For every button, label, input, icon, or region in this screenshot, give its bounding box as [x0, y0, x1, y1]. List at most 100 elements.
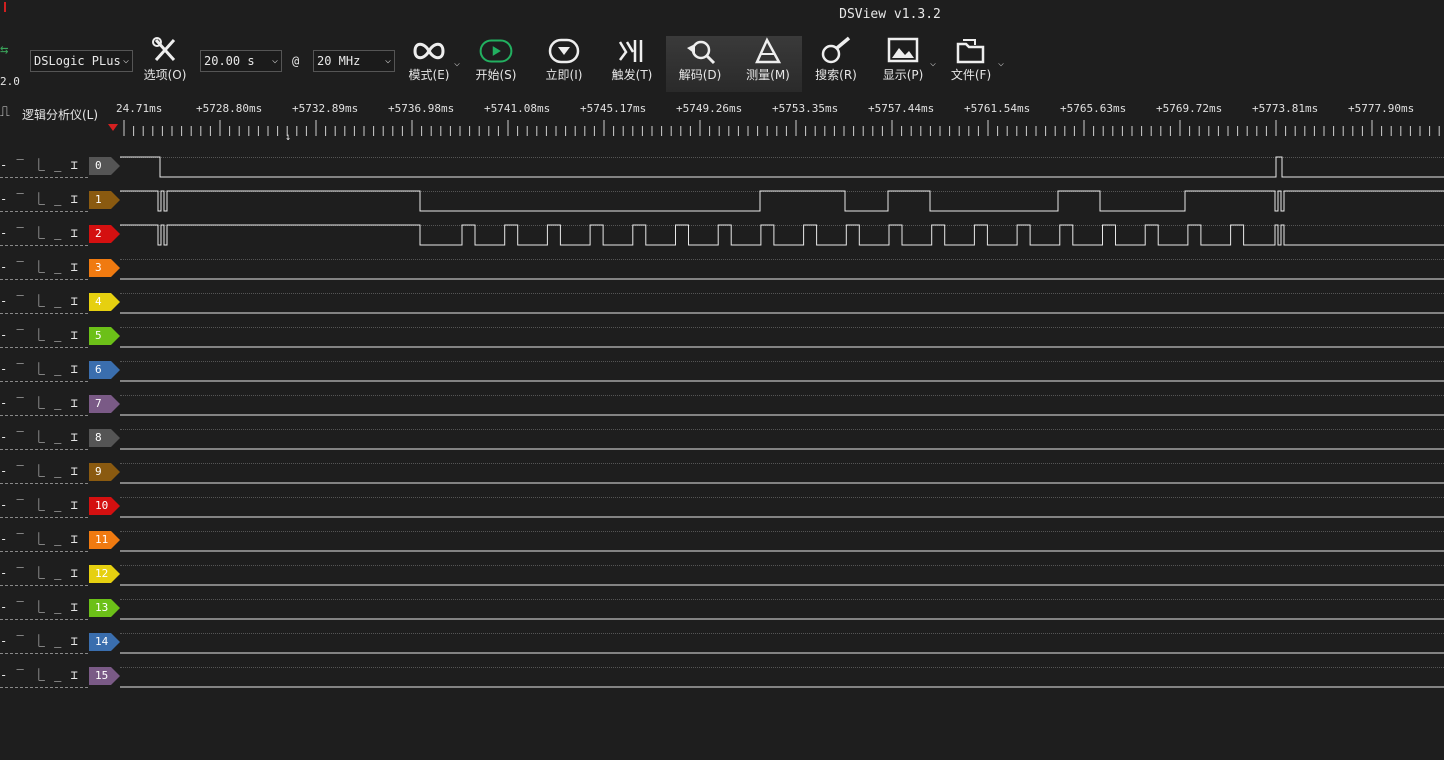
channel-row: ‐ ‾ ⎿ _ ⌶ 1 — [0, 184, 1444, 218]
channel-row: ‐ ‾ ⎿ _ ⌶ 9 — [0, 456, 1444, 490]
chevron-down-icon[interactable]: ⌵ — [454, 58, 460, 69]
display-icon — [887, 37, 919, 63]
channel-waveform[interactable] — [120, 558, 1444, 592]
channel-divider — [0, 517, 88, 518]
channel-waveform[interactable] — [120, 456, 1444, 490]
search-button[interactable]: 搜索(R) — [810, 36, 862, 92]
channel-divider — [0, 381, 88, 382]
trigger-type-icons[interactable]: ‐ ‾ ⎿ _ ⌶ — [0, 224, 79, 241]
channel-tag[interactable]: 11 — [89, 531, 120, 549]
trigger-type-icons[interactable]: ‐ ‾ ⎿ _ ⌶ — [0, 598, 79, 615]
trigger-type-icons[interactable]: ‐ ‾ ⎿ _ ⌶ — [0, 564, 79, 581]
channel-waveform[interactable] — [120, 626, 1444, 660]
channel-divider — [0, 347, 88, 348]
channel-tag[interactable]: 1 — [89, 191, 120, 209]
channel-tag[interactable]: 14 — [89, 633, 120, 651]
channel-waveform[interactable] — [120, 490, 1444, 524]
trigger-position-icon: ↓ — [285, 132, 292, 143]
decode-icon — [687, 40, 716, 65]
trigger-type-icons[interactable]: ‐ ‾ ⎿ _ ⌶ — [0, 292, 79, 309]
trigger-button[interactable]: 触发(T) — [606, 36, 658, 92]
channel-divider — [0, 279, 88, 280]
trigger-type-icons[interactable]: ‐ ‾ ⎿ _ ⌶ — [0, 394, 79, 411]
channel-divider — [0, 585, 88, 586]
channel-row: ‐ ‾ ⎿ _ ⌶ 10 — [0, 490, 1444, 524]
channel-waveform[interactable] — [120, 252, 1444, 286]
trigger-type-icons[interactable]: ‐ ‾ ⎿ _ ⌶ — [0, 326, 79, 343]
channel-waveform[interactable] — [120, 218, 1444, 252]
trigger-type-icons[interactable]: ‐ ‾ ⎿ _ ⌶ — [0, 666, 79, 683]
chevron-down-icon: ⌵ — [271, 55, 278, 66]
trigger-type-icons[interactable]: ‐ ‾ ⎿ _ ⌶ — [0, 428, 79, 445]
pulse-icon: ⎍ — [0, 104, 10, 120]
duration-select[interactable]: 20.00 s ⌵ — [200, 50, 282, 72]
channel-waveform[interactable] — [120, 184, 1444, 218]
channel-row: ‐ ‾ ⎿ _ ⌶ 2 — [0, 218, 1444, 252]
channel-tag[interactable]: 0 — [89, 157, 120, 175]
channel-waveform[interactable] — [120, 524, 1444, 558]
chevron-down-icon[interactable]: ⌵ — [930, 58, 936, 69]
channel-tag[interactable]: 6 — [89, 361, 120, 379]
channel-row: ‐ ‾ ⎿ _ ⌶ 6 — [0, 354, 1444, 388]
trigger-type-icons[interactable]: ‐ ‾ ⎿ _ ⌶ — [0, 258, 79, 275]
channel-divider — [0, 177, 88, 178]
samplerate-select[interactable]: 20 MHz ⌵ — [313, 50, 395, 72]
analyzer-label: 逻辑分析仪(L) — [22, 108, 99, 122]
mode-button[interactable]: 模式(E) — [402, 36, 456, 92]
channel-waveform[interactable] — [120, 660, 1444, 694]
device-select[interactable]: DSLogic PLus ⌵ — [30, 50, 133, 72]
infinity-icon — [413, 42, 445, 60]
cursor-marker[interactable] — [108, 124, 118, 131]
trigger-type-icons[interactable]: ‐ ‾ ⎿ _ ⌶ — [0, 462, 79, 479]
channel-row: ‐ ‾ ⎿ _ ⌶ 11 — [0, 524, 1444, 558]
channel-row: ‐ ‾ ⎿ _ ⌶ 13 — [0, 592, 1444, 626]
at-label: @ — [292, 54, 300, 68]
measure-button[interactable]: 测量(M) — [734, 36, 802, 92]
channel-divider — [0, 449, 88, 450]
trigger-type-icons[interactable]: ‐ ‾ ⎿ _ ⌶ — [0, 156, 79, 173]
channel-waveform[interactable] — [120, 150, 1444, 184]
channel-tag[interactable]: 10 — [89, 497, 120, 515]
trigger-type-icons[interactable]: ‐ ‾ ⎿ _ ⌶ — [0, 496, 79, 513]
instant-button[interactable]: 立即(I) — [538, 36, 590, 92]
options-button[interactable]: 选项(O) — [140, 36, 190, 92]
usb-icon: ⇆ — [0, 42, 9, 58]
trigger-type-icons[interactable]: ‐ ‾ ⎿ _ ⌶ — [0, 632, 79, 649]
channel-tag[interactable]: 7 — [89, 395, 120, 413]
channel-tag[interactable]: 9 — [89, 463, 120, 481]
channel-waveform[interactable] — [120, 388, 1444, 422]
instant-icon — [548, 38, 580, 64]
channel-waveform[interactable] — [120, 592, 1444, 626]
trigger-type-icons[interactable]: ‐ ‾ ⎿ _ ⌶ — [0, 190, 79, 207]
play-icon — [479, 39, 513, 63]
ruler-ticks — [123, 120, 1440, 136]
trigger-type-icons[interactable]: ‐ ‾ ⎿ _ ⌶ — [0, 530, 79, 547]
tools-icon — [152, 37, 176, 62]
channel-tag[interactable]: 13 — [89, 599, 120, 617]
file-button[interactable]: 文件(F) — [944, 36, 998, 92]
folder-icon — [956, 39, 985, 64]
channel-row: ‐ ‾ ⎿ _ ⌶ 15 — [0, 660, 1444, 694]
channel-tag[interactable]: 12 — [89, 565, 120, 583]
channel-row: ‐ ‾ ⎿ _ ⌶ 4 — [0, 286, 1444, 320]
trigger-type-icons[interactable]: ‐ ‾ ⎿ _ ⌶ — [0, 360, 79, 377]
channel-tag[interactable]: 4 — [89, 293, 120, 311]
start-button[interactable]: 开始(S) — [470, 36, 522, 92]
chevron-down-icon[interactable]: ⌵ — [998, 58, 1004, 69]
channel-tag[interactable]: 3 — [89, 259, 120, 277]
channel-tag[interactable]: 15 — [89, 667, 120, 685]
decode-button[interactable]: 解码(D) — [666, 36, 734, 92]
channel-tag[interactable]: 8 — [89, 429, 120, 447]
channel-tag[interactable]: 2 — [89, 225, 120, 243]
channel-divider — [0, 653, 88, 654]
display-button[interactable]: 显示(P) — [876, 36, 930, 92]
channel-waveform[interactable] — [120, 286, 1444, 320]
channel-divider — [0, 551, 88, 552]
channel-waveform[interactable] — [120, 354, 1444, 388]
channel-tag[interactable]: 5 — [89, 327, 120, 345]
channel-waveform[interactable] — [120, 320, 1444, 354]
channel-waveform[interactable] — [120, 422, 1444, 456]
time-ruler[interactable]: ⎍ 逻辑分析仪(L) 24.71ms +5728.80ms +5732.89ms +5… — [0, 96, 1444, 144]
window-title: DSView v1.3.2 — [839, 7, 941, 22]
channel-divider — [0, 687, 88, 688]
